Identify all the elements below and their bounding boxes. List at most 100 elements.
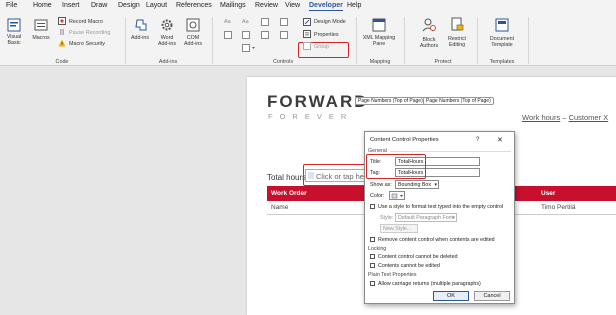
group-mapping-label: Mapping [369, 59, 391, 65]
menu-help[interactable]: Help [347, 2, 361, 9]
ribbon-separator [212, 17, 213, 64]
show-as-label: Show as: [370, 182, 392, 188]
menu-design[interactable]: Design [118, 2, 140, 9]
cancel-button[interactable]: Cancel [474, 291, 510, 301]
header-title: Work hours – Customer X [522, 113, 608, 122]
gear-icon [161, 19, 173, 31]
menu-developer[interactable]: Developer [309, 2, 343, 11]
warning-icon [58, 39, 66, 47]
xml-mapping-icon [372, 18, 386, 32]
design-mode-icon [303, 18, 311, 26]
rich-text-control-icon[interactable]: Aa [224, 19, 231, 25]
legacy-tools-icon[interactable] [242, 44, 256, 52]
group-controls-label: Controls [272, 59, 294, 65]
group-protect-label: Protect [434, 59, 452, 65]
date-picker-control-icon[interactable] [261, 31, 269, 39]
menu-home[interactable]: Home [33, 2, 52, 9]
plain-text-section-label: Plain Text Properties [368, 272, 417, 278]
ok-button[interactable]: OK [433, 291, 469, 301]
company-tagline: FOREVER [268, 112, 354, 121]
cannot-edit-label: Contents cannot be edited [378, 263, 440, 269]
visual-basic-label: Visual Basic [6, 34, 22, 46]
style-select: Default Paragraph Font ▾ [395, 213, 457, 222]
menu-view[interactable]: View [285, 2, 300, 9]
cannot-edit-checkbox[interactable] [370, 263, 375, 268]
menu-review[interactable]: Review [255, 2, 278, 9]
content-control-highlight [303, 164, 373, 186]
document-template-icon [495, 18, 509, 32]
use-style-label: Use a style to format text typed into th… [378, 204, 504, 210]
remove-control-checkbox[interactable] [370, 237, 375, 242]
table-cell-name[interactable]: Name [271, 204, 288, 211]
style-value: Default Paragraph Font [398, 215, 454, 221]
allow-carriage-label: Allow carriage returns (multiple paragra… [378, 281, 481, 287]
addins-icon [135, 19, 147, 31]
menu-layout[interactable]: Layout [146, 2, 167, 9]
com-addins-label: COM Add-ins [184, 35, 202, 47]
group-addins-label: Add-ins [158, 59, 178, 65]
group-icon [303, 42, 311, 50]
document-template-label: Document Template [489, 36, 515, 48]
macros-label: Macros [32, 35, 50, 41]
menu-mailings[interactable]: Mailings [220, 2, 246, 9]
chevron-down-icon: ▾ [452, 215, 455, 221]
cannot-delete-checkbox[interactable] [370, 254, 375, 259]
macro-security-label: Macro Security [69, 41, 105, 47]
show-as-value: Bounding Box [398, 182, 431, 188]
help-button[interactable]: ? [476, 137, 479, 143]
word-addins-label: Word Add-ins [158, 35, 176, 47]
group-label: Group [314, 44, 329, 50]
remove-control-label: Remove content control when contents are… [378, 237, 495, 243]
building-block-control-icon[interactable] [280, 18, 288, 26]
new-style-button: New Style... [380, 224, 418, 233]
color-label: Color: [370, 193, 385, 199]
chevron-down-icon: ▾ [434, 182, 437, 188]
block-authors-label: Block Authors [419, 37, 439, 49]
table-header-user: User [541, 190, 556, 197]
picture-control-icon[interactable] [261, 18, 269, 26]
macros-icon [34, 19, 48, 31]
ribbon-separator [404, 17, 405, 64]
record-macro-label: Record Macro [69, 19, 103, 25]
checkbox-control-icon[interactable] [224, 31, 232, 39]
menu-insert[interactable]: Insert [62, 2, 80, 9]
show-as-select[interactable]: Bounding Box ▾ [395, 180, 439, 189]
menu-draw[interactable]: Draw [91, 2, 107, 9]
ribbon: Visual Basic Macros Record Macro Pause R… [0, 14, 616, 66]
plain-text-control-icon[interactable]: Aa [242, 19, 249, 25]
use-style-checkbox[interactable] [370, 204, 375, 209]
group-templates-label: Templates [489, 59, 515, 65]
repeating-section-control-icon[interactable] [280, 31, 288, 39]
style-label: Style: [380, 215, 394, 221]
combobox-control-icon[interactable] [242, 31, 250, 39]
locking-section-label: Locking [368, 246, 387, 252]
color-picker[interactable] [389, 191, 405, 200]
pause-recording-label: Pause Recording [69, 30, 111, 36]
page-number-field-1[interactable]: Page Numbers (Top of Page) [355, 97, 426, 105]
menu-file[interactable]: File [6, 2, 17, 9]
header-work-hours: Work hours [522, 113, 561, 122]
cannot-delete-label: Content control cannot be deleted [378, 254, 458, 260]
allow-carriage-checkbox[interactable] [370, 281, 375, 286]
header-separator: – [560, 113, 569, 122]
ribbon-separator [125, 17, 126, 64]
com-addins-icon [186, 18, 200, 32]
restrict-editing-label: Restrict Editing [448, 36, 466, 48]
design-mode-label: Design Mode [314, 19, 346, 25]
title-tag-highlight [366, 154, 426, 179]
header-customer: Customer X [568, 113, 609, 122]
xml-mapping-label: XML Mapping Pane [362, 35, 396, 47]
close-button[interactable]: ✕ [497, 136, 503, 144]
ribbon-separator [356, 17, 357, 64]
properties-label: Properties [314, 32, 339, 38]
page-number-field-2[interactable]: Page Numbers (Top of Page) [423, 97, 494, 105]
company-logo: FORWARD [267, 92, 369, 111]
properties-icon [303, 30, 311, 38]
pause-icon [60, 29, 64, 35]
ribbon-separator [477, 17, 478, 64]
dialog-title: Content Control Properties [370, 137, 439, 143]
table-header-work-order: Work Order [271, 190, 307, 197]
table-cell-user[interactable]: Timo Pertilä [541, 204, 575, 211]
content-control-properties-dialog: Content Control Properties ? ✕ General T… [364, 131, 515, 304]
menu-references[interactable]: References [176, 2, 212, 9]
